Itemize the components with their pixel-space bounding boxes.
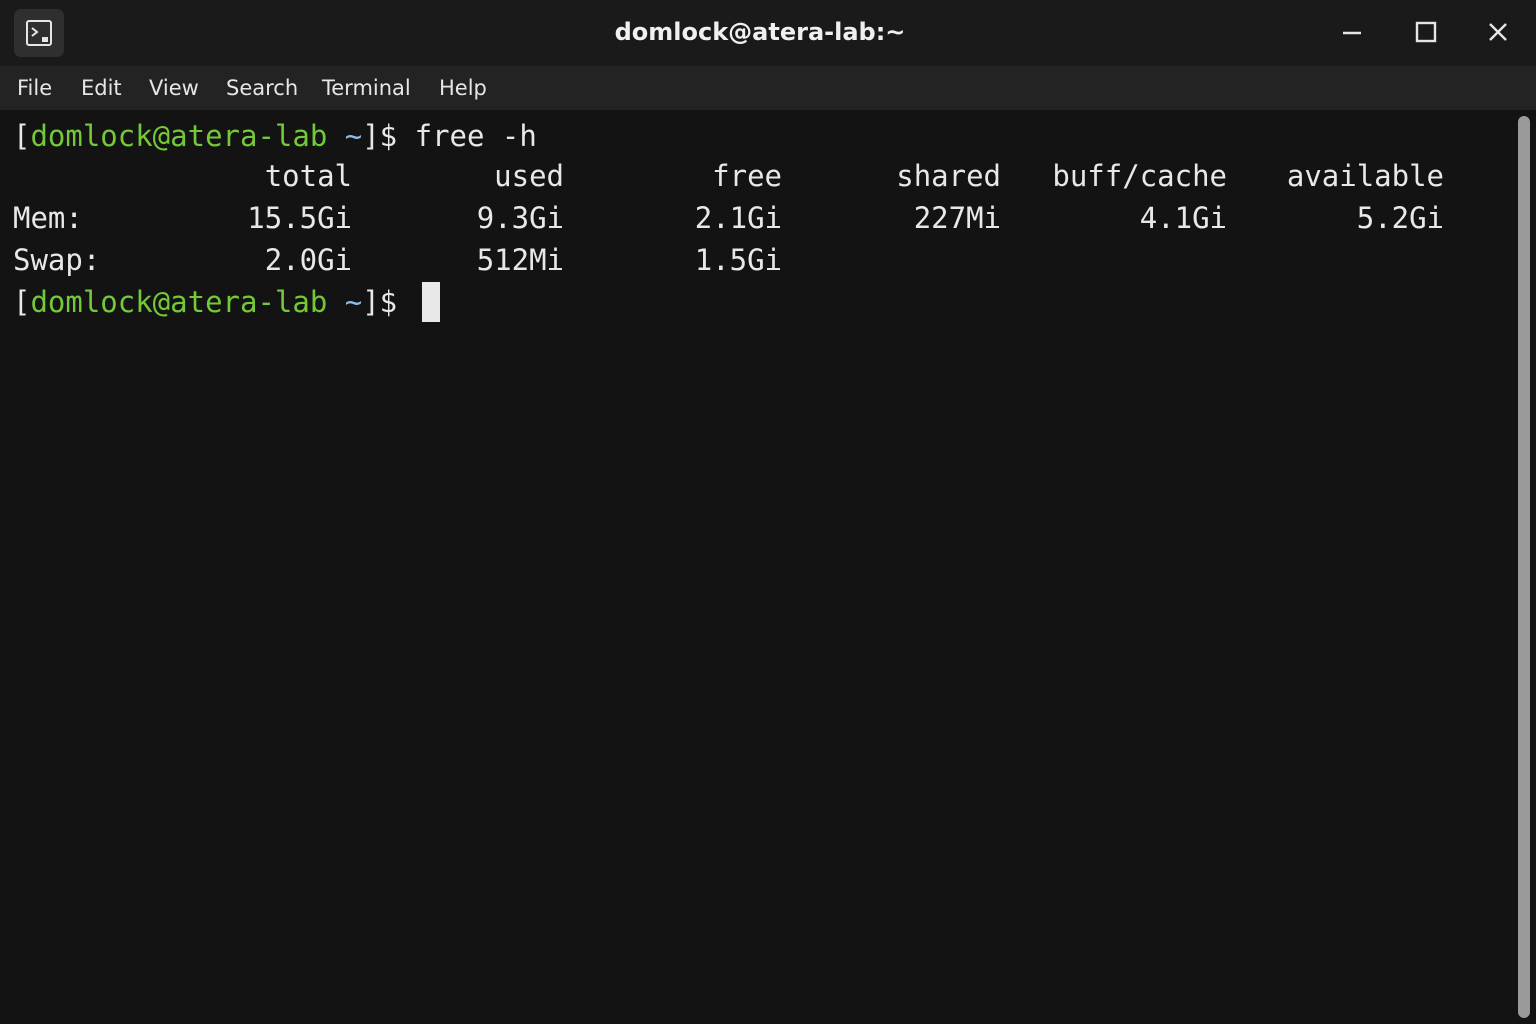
- terminal-window: domlock@atera-lab:~ File Edit View Searc…: [0, 0, 1536, 1024]
- swap-total: 2.0Gi: [264, 243, 352, 277]
- header-buff-cache: buff/cache: [1052, 159, 1227, 193]
- mem-available: 5.2Gi: [1356, 201, 1444, 235]
- swap-used: 512Mi: [476, 243, 564, 277]
- scrollbar-thumb[interactable]: [1518, 116, 1530, 1018]
- header-shared: shared: [896, 159, 1001, 193]
- prompt-dir: ~: [344, 119, 363, 153]
- scrollbar[interactable]: [1514, 110, 1536, 1024]
- menu-terminal[interactable]: Terminal: [322, 66, 411, 110]
- prompt-symbol: ]$: [362, 285, 398, 319]
- prompt-line: [domlock@atera-lab ~]$: [13, 282, 397, 322]
- text-cursor: [422, 282, 440, 322]
- minimize-button[interactable]: [1334, 14, 1370, 50]
- header-total: total: [264, 159, 352, 193]
- mem-total: 15.5Gi: [247, 201, 352, 235]
- minimize-icon: [1343, 31, 1361, 35]
- row-label: Mem:: [13, 201, 83, 235]
- swap-free: 1.5Gi: [694, 243, 782, 277]
- window-title: domlock@atera-lab:~: [614, 18, 906, 46]
- prompt-bracket: [: [13, 285, 31, 319]
- mem-buff-cache: 4.1Gi: [1139, 201, 1227, 235]
- menu-view[interactable]: View: [149, 66, 199, 110]
- menu-edit[interactable]: Edit: [81, 66, 122, 110]
- prompt-symbol: ]$: [362, 119, 398, 153]
- prompt-dir: ~: [344, 285, 363, 319]
- menu-search[interactable]: Search: [226, 66, 298, 110]
- maximize-icon: [1415, 21, 1437, 43]
- menu-help[interactable]: Help: [439, 66, 487, 110]
- prompt-line: [domlock@atera-lab ~]$ free -h: [13, 116, 537, 156]
- prompt-user-host: domlock@atera-lab: [30, 119, 328, 153]
- row-label: Swap:: [13, 243, 101, 277]
- header-used: used: [494, 159, 564, 193]
- prompt-bracket: [: [13, 119, 31, 153]
- title-bar[interactable]: domlock@atera-lab:~: [0, 0, 1536, 66]
- mem-used: 9.3Gi: [476, 201, 564, 235]
- terminal-output[interactable]: [domlock@atera-lab ~]$ free -h total use…: [0, 110, 1512, 1024]
- menu-bar: File Edit View Search Terminal Help: [0, 66, 1536, 110]
- mem-free: 2.1Gi: [694, 201, 782, 235]
- close-icon: [1489, 23, 1507, 41]
- header-available: available: [1286, 159, 1444, 193]
- maximize-button[interactable]: [1408, 14, 1444, 50]
- mem-shared: 227Mi: [913, 201, 1001, 235]
- close-button[interactable]: [1480, 14, 1516, 50]
- menu-file[interactable]: File: [17, 66, 52, 110]
- prompt-user-host: domlock@atera-lab: [30, 285, 328, 319]
- header-free: free: [712, 159, 782, 193]
- command-text: free -h: [414, 119, 537, 153]
